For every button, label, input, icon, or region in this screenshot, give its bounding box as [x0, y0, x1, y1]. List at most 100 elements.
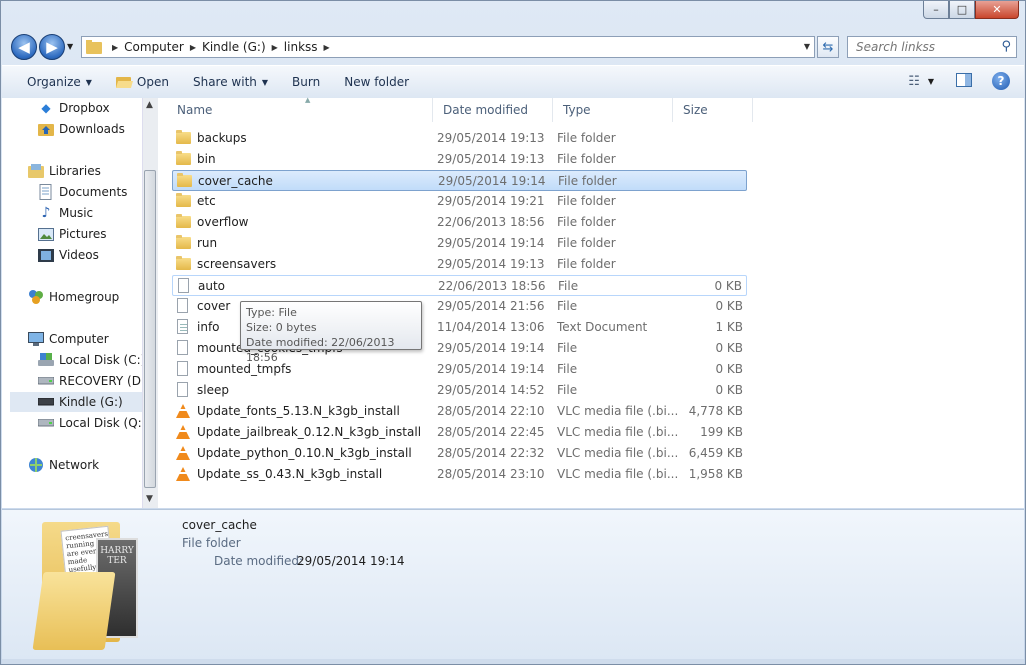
file-size: 0 KB: [715, 362, 743, 376]
nav-item-documents[interactable]: Documents: [38, 182, 142, 202]
nav-item-pictures[interactable]: Pictures: [38, 224, 142, 244]
table-row[interactable]: etc 29/05/2014 19:21 File folder: [172, 191, 747, 212]
burn-button[interactable]: Burn: [292, 75, 320, 89]
table-row[interactable]: sleep 29/05/2014 14:52 File 0 KB: [172, 380, 747, 401]
table-row[interactable]: backups 29/05/2014 19:13 File folder: [172, 128, 747, 149]
file-name: Update_fonts_5.13.N_k3gb_install: [197, 404, 400, 418]
nav-item-homegroup[interactable]: Homegroup: [28, 287, 142, 307]
file-date: 11/04/2014 13:06: [437, 320, 545, 334]
view-options-dropdown-icon[interactable]: ▼: [928, 77, 934, 86]
column-header-date[interactable]: Date modified: [433, 98, 553, 122]
videos-icon: [38, 247, 54, 263]
table-row[interactable]: Update_ss_0.43.N_k3gb_install 28/05/2014 …: [172, 464, 747, 485]
status-bar: [2, 659, 1024, 664]
refresh-button[interactable]: ⇆: [817, 36, 839, 58]
preview-pane-icon[interactable]: [956, 72, 972, 90]
address-history-dropdown-icon[interactable]: ▼: [804, 42, 810, 51]
pictures-icon: [38, 226, 54, 242]
file-date: 29/05/2014 19:21: [437, 194, 545, 208]
breadcrumb-separator-icon[interactable]: ▶: [272, 43, 278, 52]
search-icon[interactable]: ⚲: [1001, 39, 1011, 54]
file-date: 29/05/2014 19:13: [437, 131, 545, 145]
file-type: Text Document: [557, 320, 648, 334]
open-button[interactable]: Open: [115, 75, 169, 89]
file-name: run: [197, 236, 218, 250]
change-view-icon[interactable]: ☷: [908, 74, 920, 89]
chevron-down-icon: ▼: [261, 77, 269, 87]
table-row[interactable]: screensavers 29/05/2014 19:13 File folder: [172, 254, 747, 275]
column-header-name[interactable]: Name ▲: [167, 96, 433, 122]
nav-item-local-disk-c[interactable]: Local Disk (C:): [38, 350, 142, 370]
nav-item-network[interactable]: Network: [28, 455, 142, 475]
breadcrumb-computer[interactable]: Computer: [124, 40, 184, 54]
table-row[interactable]: Update_fonts_5.13.N_k3gb_install 28/05/20…: [172, 401, 747, 422]
maximize-button[interactable]: □: [949, 1, 975, 19]
folder-icon: [176, 256, 191, 270]
share-with-button[interactable]: Share with ▼: [193, 75, 268, 89]
breadcrumb-separator-icon[interactable]: ▶: [324, 43, 330, 52]
forward-button[interactable]: ▶: [39, 34, 65, 60]
local-disk-icon: [38, 352, 54, 368]
breadcrumb-separator-icon[interactable]: ▶: [112, 43, 118, 52]
breadcrumb-kindle[interactable]: Kindle (G:): [202, 40, 266, 54]
address-bar[interactable]: ▶ Computer ▶ Kindle (G:) ▶ linkss ▶ ▼: [81, 36, 815, 58]
column-type-label: Type: [563, 103, 591, 117]
scroll-up-icon[interactable]: ▲: [146, 100, 153, 110]
file-name: Update_jailbreak_0.12.N_k3gb_install: [197, 425, 422, 439]
table-row[interactable]: Update_jailbreak_0.12.N_k3gb_install 28/0…: [172, 422, 747, 443]
file-date: 29/05/2014 19:14: [437, 362, 545, 376]
file-type: File folder: [557, 236, 616, 250]
folder-icon: [176, 130, 191, 144]
minimize-button[interactable]: –: [923, 1, 949, 19]
file-name: sleep: [197, 383, 229, 397]
nav-item-kindle-g[interactable]: Kindle (G:): [10, 392, 142, 412]
file-date: 29/05/2014 19:13: [437, 152, 545, 166]
computer-icon: [28, 331, 44, 347]
navigation-pane-scrollbar[interactable]: ▲ ▼: [142, 98, 158, 508]
column-header-size[interactable]: Size: [673, 98, 753, 122]
file-type: File: [557, 341, 578, 355]
command-bar: Organize ▼ Open Share with ▼ Burn New fold…: [2, 65, 1024, 99]
scrollbar-thumb[interactable]: [144, 170, 156, 488]
scroll-down-icon[interactable]: ▼: [146, 494, 153, 504]
search-input[interactable]: [854, 39, 998, 55]
file-type: File: [557, 299, 578, 313]
nav-item-videos[interactable]: Videos: [38, 245, 142, 265]
homegroup-icon: [28, 289, 44, 305]
nav-item-computer[interactable]: Computer: [28, 329, 142, 349]
folder-icon: [176, 193, 191, 207]
table-row[interactable]: cover_cache 29/05/2014 19:14 File folder: [172, 170, 747, 191]
nav-item-music[interactable]: ♪ Music: [38, 203, 142, 223]
file-date: 29/05/2014 19:13: [437, 257, 545, 271]
nav-item-libraries[interactable]: Libraries: [28, 161, 142, 181]
table-row[interactable]: overflow 22/06/2013 18:56 File folder: [172, 212, 747, 233]
table-row[interactable]: bin 29/05/2014 19:13 File folder: [172, 149, 747, 170]
folder-icon: [86, 40, 102, 54]
nav-item-recovery-d[interactable]: RECOVERY (D:): [38, 371, 142, 391]
file-type: File folder: [558, 174, 617, 188]
table-row[interactable]: run 29/05/2014 19:14 File folder: [172, 233, 747, 254]
file-size: 4,778 KB: [688, 404, 743, 418]
nav-item-local-disk-q[interactable]: Local Disk (Q:): [38, 413, 142, 433]
help-icon[interactable]: ?: [992, 72, 1010, 90]
back-button[interactable]: ◀: [11, 34, 37, 60]
table-row[interactable]: Update_python_0.10.N_k3gb_install 28/05/2…: [172, 443, 747, 464]
close-button[interactable]: ✕: [975, 1, 1019, 19]
organize-button[interactable]: Organize ▼: [27, 75, 92, 89]
file-name: info: [197, 320, 220, 334]
breadcrumb-linkss[interactable]: linkss: [284, 40, 318, 54]
file-name: Update_python_0.10.N_k3gb_install: [197, 446, 412, 460]
vlc-cone-icon: [176, 425, 190, 439]
nav-item-downloads[interactable]: Downloads: [38, 119, 142, 139]
breadcrumb-separator-icon[interactable]: ▶: [190, 43, 196, 52]
recent-pages-dropdown-icon[interactable]: ▼: [67, 42, 73, 51]
nav-item-label: Documents: [59, 185, 128, 199]
table-row[interactable]: auto 22/06/2013 18:56 File 0 KB: [172, 275, 747, 296]
column-header-type[interactable]: Type: [553, 98, 673, 122]
folder-icon: [177, 173, 192, 187]
drive-icon: [38, 394, 54, 410]
nav-item-label: Kindle (G:): [59, 395, 123, 409]
new-folder-button[interactable]: New folder: [344, 75, 409, 89]
file-date: 28/05/2014 22:45: [437, 425, 545, 439]
nav-item-dropbox[interactable]: ◆ Dropbox: [38, 98, 142, 118]
